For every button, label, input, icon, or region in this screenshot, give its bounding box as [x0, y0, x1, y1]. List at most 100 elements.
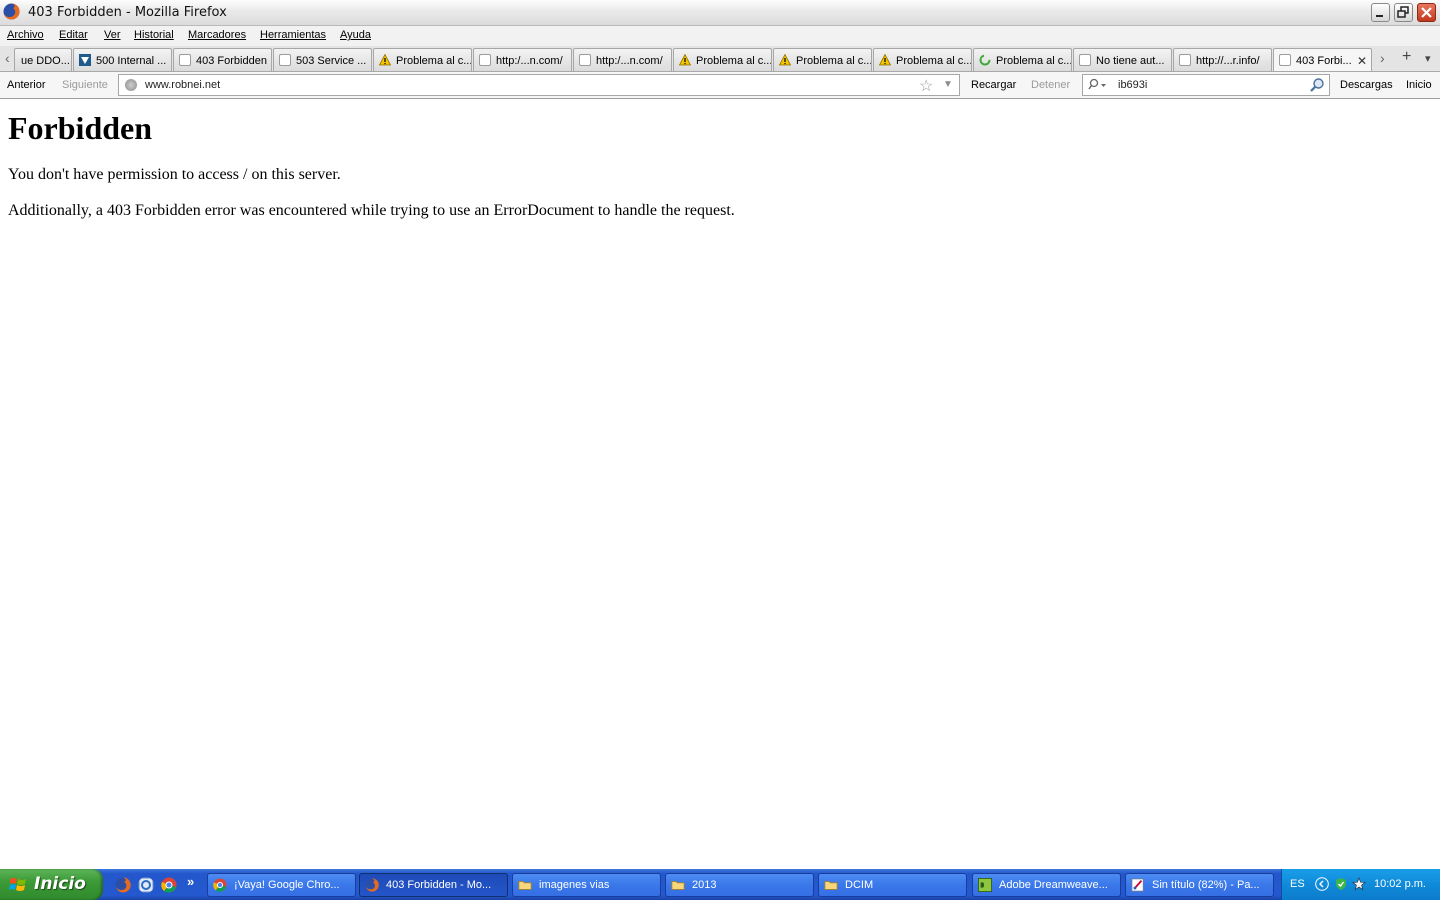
- tray-expand-icon[interactable]: [1315, 877, 1329, 891]
- site-identity-icon[interactable]: [125, 79, 137, 91]
- tab[interactable]: Problema al c...: [973, 48, 1072, 71]
- tab-label: Problema al c...: [996, 55, 1072, 67]
- blank-page-icon: [1179, 54, 1191, 66]
- menu-ver[interactable]: Ver: [104, 29, 121, 41]
- taskbar-button[interactable]: imagenes vias: [512, 873, 661, 897]
- menu-editar[interactable]: Editar: [59, 29, 88, 41]
- taskbar-button-label: Sin título (82%) - Pa...: [1152, 879, 1260, 891]
- forward-button[interactable]: Siguiente: [62, 79, 108, 91]
- close-icon: [1421, 7, 1432, 18]
- blank-page-icon: [179, 54, 191, 66]
- tab-label: http:/...n.com/: [496, 55, 563, 67]
- tab-label: 403 Forbi...: [1296, 55, 1352, 67]
- tab-strip: ‹ ue DDO... 500 Internal ... 403 Forbidd…: [0, 46, 1440, 72]
- menu-bar: Archivo Editar Ver Historial Marcadores …: [0, 26, 1440, 46]
- star-tray-icon[interactable]: [1352, 877, 1366, 891]
- search-go-icon[interactable]: [1309, 77, 1325, 93]
- url-bar[interactable]: www.robnei.net ☆ ▼: [118, 74, 960, 96]
- menu-herramientas[interactable]: Herramientas: [260, 29, 326, 41]
- warning-icon: [679, 54, 691, 66]
- firefox-quicklaunch-icon[interactable]: [115, 877, 131, 893]
- back-button[interactable]: Anterior: [7, 79, 46, 91]
- tab-close-icon[interactable]: ✕: [1357, 54, 1367, 68]
- search-bar[interactable]: ib693i: [1082, 74, 1330, 96]
- stop-button[interactable]: Detener: [1031, 79, 1070, 91]
- taskbar-button-label: 2013: [692, 879, 717, 891]
- tab[interactable]: Problema al c...: [773, 48, 872, 71]
- blank-page-icon: [1079, 54, 1091, 66]
- history-dropdown-icon[interactable]: ▼: [943, 79, 953, 90]
- reload-button[interactable]: Recargar: [971, 79, 1016, 91]
- tab-list-icon[interactable]: ▾: [1425, 52, 1431, 65]
- tabs-scroll-left-icon[interactable]: ‹: [5, 50, 10, 66]
- dreamweaver-icon: [978, 878, 992, 892]
- security-shield-icon[interactable]: [1334, 877, 1348, 891]
- url-text[interactable]: www.robnei.net: [145, 79, 220, 91]
- chrome-icon: [213, 878, 227, 892]
- tab-label: 500 Internal ...: [96, 55, 167, 67]
- window-titlebar: 403 Forbidden - Mozilla Firefox: [0, 0, 1440, 26]
- menu-historial[interactable]: Historial: [134, 29, 174, 41]
- quicklaunch-more-icon[interactable]: »: [187, 874, 194, 889]
- warning-icon: [779, 54, 791, 66]
- search-input[interactable]: ib693i: [1118, 79, 1147, 91]
- tab[interactable]: 500 Internal ...: [73, 48, 172, 71]
- error-details: Additionally, a 403 Forbidden error was …: [8, 202, 735, 219]
- search-engine-icon[interactable]: [1088, 78, 1108, 92]
- error-message: You don't have permission to access / on…: [8, 166, 341, 183]
- blank-page-icon: [1279, 54, 1291, 66]
- folder-icon: [671, 881, 685, 890]
- browser-quicklaunch-icon[interactable]: [138, 877, 154, 893]
- taskbar-button[interactable]: Adobe Dreamweave...: [972, 873, 1121, 897]
- close-button[interactable]: [1417, 3, 1436, 22]
- taskbar-button[interactable]: DCIM: [818, 873, 967, 897]
- tab[interactable]: ue DDO...: [14, 48, 72, 71]
- navigation-toolbar: Anterior Siguiente www.robnei.net ☆ ▼ Re…: [0, 72, 1440, 99]
- tab-label: Problema al c...: [396, 55, 472, 67]
- tab[interactable]: http:/...n.com/: [473, 48, 572, 71]
- downloads-button[interactable]: Descargas: [1340, 79, 1393, 91]
- tab[interactable]: http://...r.info/: [1173, 48, 1272, 71]
- menu-ayuda[interactable]: Ayuda: [340, 29, 371, 41]
- taskbar-button[interactable]: Sin título (82%) - Pa...: [1125, 873, 1274, 897]
- taskbar-button[interactable]: ¡Vaya! Google Chro...: [207, 873, 356, 897]
- system-tray: ES 10:02 p.m.: [1281, 869, 1440, 900]
- warning-icon: [879, 54, 891, 66]
- language-indicator[interactable]: ES: [1290, 878, 1305, 890]
- tab-active[interactable]: 403 Forbi... ✕: [1273, 48, 1372, 71]
- tab[interactable]: Problema al c...: [673, 48, 772, 71]
- minimize-icon: [1376, 15, 1383, 17]
- tab-label: Problema al c...: [796, 55, 872, 67]
- tab[interactable]: 503 Service ...: [273, 48, 372, 71]
- blank-page-icon: [479, 54, 491, 66]
- tab-label: No tiene aut...: [1096, 55, 1165, 67]
- taskbar-button[interactable]: 2013: [665, 873, 814, 897]
- window-title: 403 Forbidden - Mozilla Firefox: [28, 5, 227, 20]
- tab[interactable]: 403 Forbidden: [173, 48, 272, 71]
- tab-label: 403 Forbidden: [196, 55, 267, 67]
- tab-label: http://...r.info/: [1196, 55, 1260, 67]
- restore-icon: [1397, 6, 1409, 18]
- tab[interactable]: Problema al c...: [873, 48, 972, 71]
- start-button[interactable]: Inicio: [0, 869, 103, 900]
- taskbar-button-active[interactable]: 403 Forbidden - Mo...: [359, 873, 508, 897]
- menu-archivo[interactable]: Archivo: [7, 29, 44, 41]
- minimize-button[interactable]: [1371, 3, 1390, 22]
- paint-icon: [1131, 878, 1144, 892]
- restore-button[interactable]: [1394, 3, 1413, 22]
- chrome-quicklaunch-icon[interactable]: [161, 877, 177, 893]
- blank-page-icon: [579, 54, 591, 66]
- tab[interactable]: No tiene aut...: [1073, 48, 1172, 71]
- tab[interactable]: Problema al c...: [373, 48, 472, 71]
- taskbar-button-label: ¡Vaya! Google Chro...: [234, 879, 340, 891]
- new-tab-icon[interactable]: +: [1402, 48, 1411, 66]
- menu-marcadores[interactable]: Marcadores: [188, 29, 246, 41]
- bookmark-star-icon[interactable]: ☆: [919, 76, 933, 96]
- tabs-scroll-right-icon[interactable]: ›: [1380, 50, 1385, 66]
- tab-label: Problema al c...: [696, 55, 772, 67]
- tab-label: 503 Service ...: [296, 55, 367, 67]
- clock: 10:02 p.m.: [1374, 878, 1426, 890]
- home-button[interactable]: Inicio: [1406, 79, 1432, 91]
- taskbar-button-label: DCIM: [845, 879, 874, 891]
- tab[interactable]: http:/...n.com/: [573, 48, 672, 71]
